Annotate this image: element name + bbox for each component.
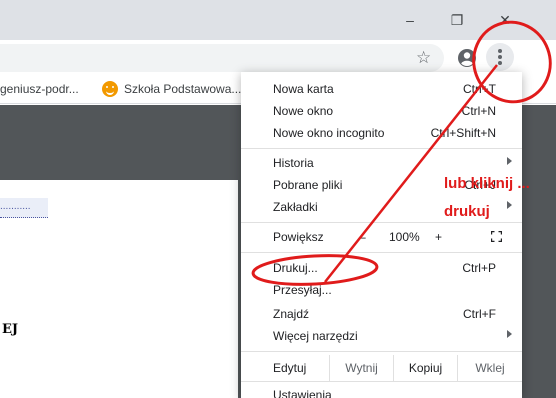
title-bar: – ❐ ✕ bbox=[0, 0, 556, 40]
form-field[interactable]: ........... bbox=[0, 198, 48, 218]
menu-item-shortcut: Ctrl+F bbox=[463, 307, 496, 321]
menu-item-label: Pobrane pliki bbox=[273, 178, 343, 192]
zoom-level: 100% bbox=[389, 230, 420, 244]
submenu-arrow-icon bbox=[507, 201, 512, 209]
browser-toolbar: ☆ bbox=[0, 40, 556, 76]
smiley-icon bbox=[102, 81, 118, 97]
zoom-out-button[interactable]: – bbox=[359, 230, 366, 244]
menu-item-shortcut: Ctrl+Shift+N bbox=[430, 126, 496, 140]
chrome-main-menu: Nowa karta Ctrl+T Nowe okno Ctrl+N Nowe … bbox=[241, 72, 522, 398]
menu-item-label: Zakładki bbox=[273, 200, 318, 214]
menu-item-label: Historia bbox=[273, 156, 314, 170]
profile-icon[interactable] bbox=[457, 48, 477, 68]
menu-kebab-icon[interactable] bbox=[486, 43, 514, 71]
menu-item-find[interactable]: Znajdź Ctrl+F bbox=[241, 303, 522, 325]
menu-item-label: Przesyłaj... bbox=[273, 283, 332, 297]
restore-button[interactable]: ❐ bbox=[442, 8, 472, 32]
annotation-text: lub kliknij ... bbox=[444, 175, 530, 192]
menu-item-label: Nowa karta bbox=[273, 82, 334, 96]
menu-item-more-tools[interactable]: Więcej narzędzi bbox=[241, 325, 522, 347]
menu-item-shortcut: Ctrl+N bbox=[461, 104, 496, 118]
menu-item-label: Powiększ bbox=[273, 230, 324, 244]
menu-item-new-tab[interactable]: Nowa karta Ctrl+T bbox=[241, 78, 522, 100]
document-heading: EJ bbox=[2, 322, 19, 337]
zoom-in-button[interactable]: + bbox=[435, 230, 442, 244]
close-button[interactable]: ✕ bbox=[490, 8, 520, 32]
menu-separator bbox=[241, 351, 522, 352]
submenu-arrow-icon bbox=[507, 157, 512, 165]
menu-item-label: Znajdź bbox=[273, 307, 310, 321]
submenu-arrow-icon bbox=[507, 330, 512, 338]
minimize-button[interactable]: – bbox=[395, 8, 425, 32]
menu-item-new-window[interactable]: Nowe okno Ctrl+N bbox=[241, 100, 522, 122]
menu-item-shortcut: Ctrl+T bbox=[463, 82, 496, 96]
menu-item-label: Nowe okno incognito bbox=[273, 126, 385, 140]
annotation-text: drukuj bbox=[444, 203, 490, 220]
menu-item-settings[interactable]: Ustawienia bbox=[241, 384, 522, 398]
menu-item-label: Drukuj... bbox=[273, 261, 318, 275]
menu-item-label: Ustawienia bbox=[273, 388, 332, 398]
menu-item-shortcut: Ctrl+P bbox=[462, 261, 496, 275]
menu-item-incognito[interactable]: Nowe okno incognito Ctrl+Shift+N bbox=[241, 122, 522, 144]
menu-separator bbox=[241, 381, 522, 382]
bookmark-item[interactable]: Szkoła Podstawowa... bbox=[124, 82, 241, 96]
menu-item-cast[interactable]: Przesyłaj... bbox=[241, 279, 522, 301]
menu-item-history[interactable]: Historia bbox=[241, 152, 522, 174]
menu-edit-row: Edytuj Wytnij Kopiuj Wklej bbox=[241, 355, 522, 381]
address-bar[interactable] bbox=[0, 44, 444, 72]
menu-separator bbox=[241, 222, 522, 223]
menu-item-label: Nowe okno bbox=[273, 104, 334, 118]
document-page: ........... EJ bbox=[0, 180, 238, 398]
menu-item-print[interactable]: Drukuj... Ctrl+P bbox=[241, 257, 522, 279]
menu-item-label: Więcej narzędzi bbox=[273, 329, 358, 343]
menu-item-zoom: Powiększ – 100% + bbox=[241, 226, 522, 248]
copy-button[interactable]: Kopiuj bbox=[393, 355, 457, 381]
bookmark-item[interactable]: geniusz-podr... bbox=[0, 82, 79, 96]
menu-separator bbox=[241, 148, 522, 149]
menu-item-label: Edytuj bbox=[273, 361, 307, 375]
cut-button[interactable]: Wytnij bbox=[329, 355, 393, 381]
bookmark-star-icon[interactable]: ☆ bbox=[416, 48, 431, 68]
fullscreen-icon[interactable] bbox=[491, 231, 502, 242]
menu-separator bbox=[241, 252, 522, 253]
paste-button[interactable]: Wklej bbox=[457, 355, 522, 381]
